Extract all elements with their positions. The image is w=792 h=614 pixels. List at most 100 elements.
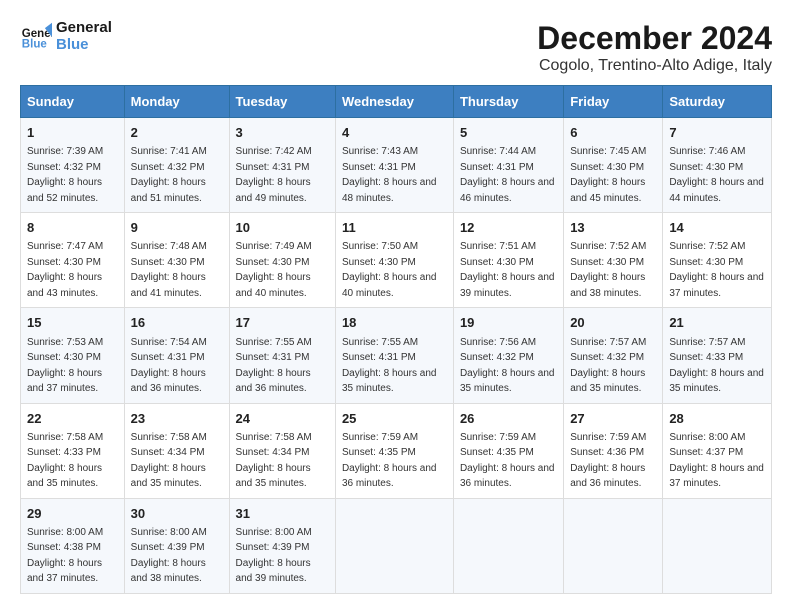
day-number: 16 — [131, 314, 223, 332]
day-number: 4 — [342, 124, 447, 142]
calendar-cell: 6 Sunrise: 7:45 AMSunset: 4:30 PMDaylight… — [564, 118, 663, 213]
day-info: Sunrise: 7:59 AMSunset: 4:36 PMDaylight:… — [570, 432, 646, 490]
page-title: December 2024 — [537, 20, 772, 57]
calendar-cell: 15 Sunrise: 7:53 AMSunset: 4:30 PMDayligh… — [21, 308, 125, 403]
day-number: 7 — [669, 124, 765, 142]
calendar-cell: 18 Sunrise: 7:55 AMSunset: 4:31 PMDayligh… — [335, 308, 453, 403]
day-number: 6 — [570, 124, 656, 142]
day-number: 24 — [236, 410, 329, 428]
calendar-cell: 28 Sunrise: 8:00 AMSunset: 4:37 PMDayligh… — [663, 403, 772, 498]
calendar-cell: 4 Sunrise: 7:43 AMSunset: 4:31 PMDaylight… — [335, 118, 453, 213]
header: General Blue General Blue December 2024 … — [20, 20, 772, 75]
calendar-cell — [453, 498, 563, 593]
day-info: Sunrise: 7:52 AMSunset: 4:30 PMDaylight:… — [570, 241, 646, 299]
day-number: 12 — [460, 219, 557, 237]
calendar-cell: 13 Sunrise: 7:52 AMSunset: 4:30 PMDayligh… — [564, 213, 663, 308]
day-info: Sunrise: 7:58 AMSunset: 4:33 PMDaylight:… — [27, 432, 103, 490]
calendar-cell: 17Sunrise: 7:55 AMSunset: 4:31 PMDayligh… — [229, 308, 335, 403]
calendar-cell: 26 Sunrise: 7:59 AMSunset: 4:35 PMDayligh… — [453, 403, 563, 498]
day-number: 3 — [236, 124, 329, 142]
calendar-week-row: 15 Sunrise: 7:53 AMSunset: 4:30 PMDayligh… — [21, 308, 772, 403]
calendar-table: SundayMondayTuesdayWednesdayThursdayFrid… — [20, 85, 772, 594]
calendar-cell: 24Sunrise: 7:58 AMSunset: 4:34 PMDayligh… — [229, 403, 335, 498]
day-info: Sunrise: 7:52 AMSunset: 4:30 PMDaylight:… — [669, 241, 764, 299]
header-sunday: Sunday — [21, 86, 125, 118]
day-number: 20 — [570, 314, 656, 332]
day-number: 17 — [236, 314, 329, 332]
calendar-cell: 29 Sunrise: 8:00 AMSunset: 4:38 PMDayligh… — [21, 498, 125, 593]
calendar-cell: 23 Sunrise: 7:58 AMSunset: 4:34 PMDayligh… — [124, 403, 229, 498]
day-number: 5 — [460, 124, 557, 142]
day-number: 19 — [460, 314, 557, 332]
day-number: 27 — [570, 410, 656, 428]
calendar-cell — [663, 498, 772, 593]
day-info: Sunrise: 7:56 AMSunset: 4:32 PMDaylight:… — [460, 337, 555, 395]
logo: General Blue General Blue — [20, 20, 112, 53]
day-info: Sunrise: 7:39 AMSunset: 4:32 PMDaylight:… — [27, 146, 103, 204]
day-number: 13 — [570, 219, 656, 237]
calendar-cell: 27 Sunrise: 7:59 AMSunset: 4:36 PMDayligh… — [564, 403, 663, 498]
day-info: Sunrise: 8:00 AMSunset: 4:38 PMDaylight:… — [27, 527, 103, 585]
logo-line1: General — [56, 20, 112, 37]
day-number: 18 — [342, 314, 447, 332]
calendar-cell: 5 Sunrise: 7:44 AMSunset: 4:31 PMDaylight… — [453, 118, 563, 213]
day-number: 15 — [27, 314, 118, 332]
day-info: Sunrise: 7:46 AMSunset: 4:30 PMDaylight:… — [669, 146, 764, 204]
day-number: 26 — [460, 410, 557, 428]
day-number: 21 — [669, 314, 765, 332]
day-number: 25 — [342, 410, 447, 428]
calendar-cell: 3Sunrise: 7:42 AMSunset: 4:31 PMDaylight… — [229, 118, 335, 213]
day-info: Sunrise: 7:44 AMSunset: 4:31 PMDaylight:… — [460, 146, 555, 204]
header-thursday: Thursday — [453, 86, 563, 118]
header-wednesday: Wednesday — [335, 86, 453, 118]
calendar-cell: 16 Sunrise: 7:54 AMSunset: 4:31 PMDayligh… — [124, 308, 229, 403]
day-info: Sunrise: 7:55 AMSunset: 4:31 PMDaylight:… — [342, 337, 437, 395]
day-info: Sunrise: 7:57 AMSunset: 4:33 PMDaylight:… — [669, 337, 764, 395]
day-info: Sunrise: 7:45 AMSunset: 4:30 PMDaylight:… — [570, 146, 646, 204]
logo-icon: General Blue — [20, 21, 52, 53]
logo-line2: Blue — [56, 37, 112, 54]
calendar-week-row: 8Sunrise: 7:47 AMSunset: 4:30 PMDaylight… — [21, 213, 772, 308]
calendar-cell: 9Sunrise: 7:48 AMSunset: 4:30 PMDaylight… — [124, 213, 229, 308]
calendar-week-row: 29 Sunrise: 8:00 AMSunset: 4:38 PMDayligh… — [21, 498, 772, 593]
calendar-cell: 8Sunrise: 7:47 AMSunset: 4:30 PMDaylight… — [21, 213, 125, 308]
day-number: 2 — [131, 124, 223, 142]
day-info: Sunrise: 8:00 AMSunset: 4:37 PMDaylight:… — [669, 432, 764, 490]
day-info: Sunrise: 7:57 AMSunset: 4:32 PMDaylight:… — [570, 337, 646, 395]
day-info: Sunrise: 7:48 AMSunset: 4:30 PMDaylight:… — [131, 241, 207, 299]
calendar-cell: 22 Sunrise: 7:58 AMSunset: 4:33 PMDayligh… — [21, 403, 125, 498]
day-number: 23 — [131, 410, 223, 428]
calendar-cell: 1 Sunrise: 7:39 AMSunset: 4:32 PMDaylight… — [21, 118, 125, 213]
calendar-cell: 31 Sunrise: 8:00 AMSunset: 4:39 PMDayligh… — [229, 498, 335, 593]
day-info: Sunrise: 7:43 AMSunset: 4:31 PMDaylight:… — [342, 146, 437, 204]
calendar-cell: 2Sunrise: 7:41 AMSunset: 4:32 PMDaylight… — [124, 118, 229, 213]
day-info: Sunrise: 7:49 AMSunset: 4:30 PMDaylight:… — [236, 241, 312, 299]
calendar-header-row: SundayMondayTuesdayWednesdayThursdayFrid… — [21, 86, 772, 118]
day-info: Sunrise: 8:00 AMSunset: 4:39 PMDaylight:… — [236, 527, 312, 585]
header-tuesday: Tuesday — [229, 86, 335, 118]
day-number: 31 — [236, 505, 329, 523]
calendar-cell: 30Sunrise: 8:00 AMSunset: 4:39 PMDayligh… — [124, 498, 229, 593]
day-info: Sunrise: 7:54 AMSunset: 4:31 PMDaylight:… — [131, 337, 207, 395]
calendar-cell: 20 Sunrise: 7:57 AMSunset: 4:32 PMDayligh… — [564, 308, 663, 403]
day-number: 22 — [27, 410, 118, 428]
header-saturday: Saturday — [663, 86, 772, 118]
day-info: Sunrise: 7:59 AMSunset: 4:35 PMDaylight:… — [460, 432, 555, 490]
day-number: 1 — [27, 124, 118, 142]
day-info: Sunrise: 7:51 AMSunset: 4:30 PMDaylight:… — [460, 241, 555, 299]
calendar-week-row: 1 Sunrise: 7:39 AMSunset: 4:32 PMDaylight… — [21, 118, 772, 213]
day-number: 29 — [27, 505, 118, 523]
svg-text:Blue: Blue — [22, 38, 48, 50]
page-subtitle: Cogolo, Trentino-Alto Adige, Italy — [537, 57, 772, 75]
calendar-cell — [335, 498, 453, 593]
calendar-cell: 25 Sunrise: 7:59 AMSunset: 4:35 PMDayligh… — [335, 403, 453, 498]
calendar-cell: 11Sunrise: 7:50 AMSunset: 4:30 PMDayligh… — [335, 213, 453, 308]
day-info: Sunrise: 7:50 AMSunset: 4:30 PMDaylight:… — [342, 241, 437, 299]
day-info: Sunrise: 7:59 AMSunset: 4:35 PMDaylight:… — [342, 432, 437, 490]
day-number: 28 — [669, 410, 765, 428]
day-info: Sunrise: 8:00 AMSunset: 4:39 PMDaylight:… — [131, 527, 207, 585]
title-section: December 2024 Cogolo, Trentino-Alto Adig… — [537, 20, 772, 75]
day-info: Sunrise: 7:53 AMSunset: 4:30 PMDaylight:… — [27, 337, 103, 395]
day-info: Sunrise: 7:58 AMSunset: 4:34 PMDaylight:… — [131, 432, 207, 490]
day-number: 14 — [669, 219, 765, 237]
